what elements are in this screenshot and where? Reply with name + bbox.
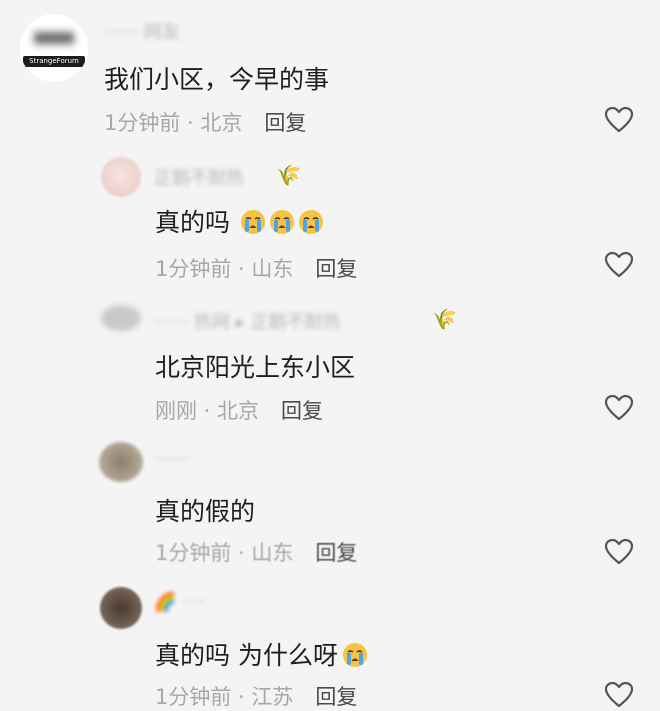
avatar[interactable] xyxy=(101,157,141,197)
username[interactable]: ······ xyxy=(154,449,188,470)
loudly-crying-face-icon xyxy=(298,209,324,235)
comment-text: 真的吗 xyxy=(155,203,327,239)
avatar[interactable] xyxy=(100,587,142,629)
heart-outline-icon[interactable] xyxy=(604,538,634,566)
avatar[interactable]: StrangeForum xyxy=(20,14,88,82)
username[interactable]: 正鹅不耐热 xyxy=(154,164,244,190)
comment-4: ······ 真的假的 1分钟前 · 山东 回复 xyxy=(0,435,660,577)
rice-icon: 🌾 xyxy=(276,163,301,187)
loudly-crying-face-icon xyxy=(240,209,266,235)
avatar-label: StrangeForum xyxy=(23,56,85,67)
loudly-crying-face-icon xyxy=(342,642,368,668)
comment-2: 正鹅不耐热 🌾 真的吗 1分钟前 · 山东 回复 xyxy=(0,150,660,295)
heart-outline-icon[interactable] xyxy=(604,394,634,422)
avatar[interactable] xyxy=(101,305,141,331)
comment-text: 真的吗 为什么呀 xyxy=(155,636,371,672)
heart-outline-icon[interactable] xyxy=(604,681,634,709)
username[interactable]: ······ 网友 xyxy=(104,18,180,44)
comment-time: 1分钟前 · 山东 xyxy=(155,257,294,281)
reply-button[interactable]: 回复 xyxy=(315,685,357,709)
comment-time: 1分钟前 · 北京 xyxy=(104,111,243,135)
avatar[interactable] xyxy=(99,442,143,482)
reply-button[interactable]: 回复 xyxy=(264,111,306,135)
heart-outline-icon[interactable] xyxy=(604,106,634,134)
username[interactable]: ······ 热网 ▸ 正鹅不耐热 xyxy=(154,308,341,334)
comment-3: ······ 热网 ▸ 正鹅不耐热 🌾 北京阳光上东小区 刚刚 · 北京 回复 xyxy=(0,295,660,435)
comment-time: 刚刚 · 北京 xyxy=(155,399,260,423)
reply-button[interactable]: 回复 xyxy=(281,399,323,423)
comment-text: 北京阳光上东小区 xyxy=(155,353,356,382)
username[interactable]: 🌈 ···· xyxy=(154,592,205,613)
comment-5: 🌈 ···· 真的吗 为什么呀 1分钟前 · 江苏 回复 xyxy=(0,577,660,709)
comment-text: 真的假的 xyxy=(155,497,256,526)
comment-time: 1分钟前 · 江苏 xyxy=(155,685,294,709)
comment-time: 1分钟前 · 山东 xyxy=(155,541,294,565)
reply-button[interactable]: 回复 xyxy=(315,257,357,281)
rice-icon: 🌾 xyxy=(432,307,457,331)
reply-button[interactable]: 回复 xyxy=(315,541,357,565)
comment-1: StrangeForum ······ 网友 我们小区，今早的事 1分钟前 · … xyxy=(0,0,660,150)
comment-text: 我们小区，今早的事 xyxy=(104,65,330,94)
loudly-crying-face-icon xyxy=(269,209,295,235)
heart-outline-icon[interactable] xyxy=(604,251,634,279)
